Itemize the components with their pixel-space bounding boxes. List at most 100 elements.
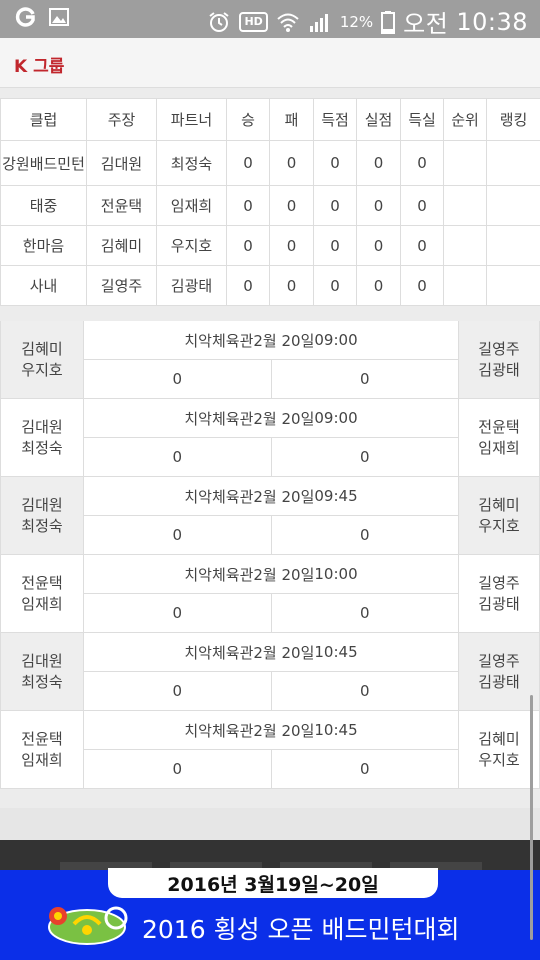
cell-club: 한마음: [0, 225, 87, 266]
left-player-2: 최정숙: [21, 516, 63, 535]
cell-captain: 김혜미: [86, 225, 157, 266]
col-header-points-against: 실점: [356, 98, 401, 141]
right-player-2: 김광태: [478, 360, 520, 379]
right-team: 길영주 김광태: [458, 321, 540, 398]
match-row[interactable]: 전윤택 임재희 치악체육관 2월 20일 10:45 0 0 김혜미 우지호: [0, 711, 540, 789]
match-date: 2월 20일: [253, 643, 315, 662]
scrollbar[interactable]: [530, 695, 533, 940]
cell-loss: 0: [269, 265, 314, 306]
score-right: 0: [270, 438, 458, 476]
cell-loss: 0: [269, 140, 314, 186]
match-info: 치악체육관 2월 20일 09:45: [84, 477, 458, 516]
match-center: 치악체육관 2월 20일 09:00 0 0: [84, 321, 458, 398]
match-info: 치악체육관 2월 20일 10:00: [84, 555, 458, 594]
left-player-1: 김대원: [21, 417, 63, 436]
cell-rank: [443, 265, 487, 306]
right-player-2: 임재희: [478, 438, 520, 457]
cell-rank: [443, 140, 487, 186]
status-time: 10:38: [456, 7, 528, 36]
col-header-ranking: 랭킹: [486, 98, 540, 141]
banner-title: 2016 횡성 오픈 배드민턴대회: [142, 915, 460, 944]
right-player-1: 김혜미: [478, 729, 520, 748]
match-center: 치악체육관 2월 20일 10:45 0 0: [84, 711, 458, 788]
score-left: 0: [84, 750, 271, 788]
cell-points-against: 0: [356, 265, 401, 306]
cell-point-diff: 0: [400, 185, 444, 226]
cell-captain: 길영주: [86, 265, 157, 306]
status-ampm: 오전: [403, 10, 449, 38]
left-team: 전윤택 임재희: [0, 555, 84, 632]
match-scores: 0 0: [84, 438, 458, 476]
right-player-1: 길영주: [478, 339, 520, 358]
col-header-points-for: 득점: [313, 98, 357, 141]
gallery-icon: [49, 8, 69, 26]
match-row[interactable]: 전윤택 임재희 치악체육관 2월 20일 10:00 0 0 길영주 김광태: [0, 555, 540, 633]
cell-partner: 최정숙: [156, 140, 227, 186]
match-scores: 0 0: [84, 516, 458, 554]
left-team: 전윤택 임재희: [0, 711, 84, 788]
cell-win: 0: [226, 225, 270, 266]
match-time: 09:45: [314, 487, 358, 505]
col-header-point-diff: 득실: [400, 98, 444, 141]
group-header: K 그룹: [0, 38, 540, 88]
col-header-captain: 주장: [86, 98, 157, 141]
app-g-icon: [15, 7, 35, 27]
match-time: 09:00: [314, 409, 358, 427]
score-right: 0: [270, 360, 458, 398]
battery-icon: [381, 10, 396, 34]
cell-ranking: [486, 140, 540, 186]
right-player-1: 길영주: [478, 651, 520, 670]
match-row[interactable]: 김혜미 우지호 치악체육관 2월 20일 09:00 0 0 길영주 김광태: [0, 321, 540, 399]
tournament-logo-icon: [48, 906, 128, 945]
left-player-1: 김대원: [21, 651, 63, 670]
left-player-2: 최정숙: [21, 672, 63, 691]
cell-point-diff: 0: [400, 225, 444, 266]
cell-loss: 0: [269, 185, 314, 226]
col-header-loss: 패: [269, 98, 314, 141]
right-team: 김혜미 우지호: [458, 477, 540, 554]
left-player-2: 우지호: [21, 360, 63, 379]
right-player-1: 길영주: [478, 573, 520, 592]
cell-partner: 김광태: [156, 265, 227, 306]
match-center: 치악체육관 2월 20일 10:45 0 0: [84, 633, 458, 710]
table-row: 강원배드민턴 김대원 최정숙 0 0 0 0 0: [0, 140, 540, 186]
right-player-2: 김광태: [478, 672, 520, 691]
match-venue: 치악체육관: [184, 643, 254, 662]
left-team: 김대원 최정숙: [0, 399, 84, 476]
match-row[interactable]: 김대원 최정숙 치악체육관 2월 20일 09:00 0 0 전윤택 임재희: [0, 399, 540, 477]
cell-points-against: 0: [356, 185, 401, 226]
cell-ranking: [486, 265, 540, 306]
match-scores: 0 0: [84, 750, 458, 788]
left-player-2: 임재희: [21, 750, 63, 769]
match-venue: 치악체육관: [184, 409, 254, 428]
score-right: 0: [270, 672, 458, 710]
match-venue: 치악체육관: [184, 331, 254, 350]
match-row[interactable]: 김대원 최정숙 치악체육관 2월 20일 09:45 0 0 김혜미 우지호: [0, 477, 540, 555]
col-header-club: 클럽: [0, 98, 87, 141]
score-left: 0: [84, 672, 271, 710]
standings-table-container: 클럽 주장 파트너 승 패 득점 실점 득실 순위 랭킹 강원배드민턴 김대원 …: [0, 98, 540, 306]
cell-point-diff: 0: [400, 265, 444, 306]
col-header-win: 승: [226, 98, 270, 141]
cell-ranking: [486, 185, 540, 226]
cell-points-for: 0: [313, 140, 357, 186]
score-right: 0: [270, 750, 458, 788]
match-info: 치악체육관 2월 20일 10:45: [84, 711, 458, 750]
left-player-1: 김혜미: [21, 339, 63, 358]
match-row[interactable]: 김대원 최정숙 치악체육관 2월 20일 10:45 0 0 길영주 김광태: [0, 633, 540, 711]
cell-win: 0: [226, 265, 270, 306]
hd-voice-icon: HD: [239, 11, 268, 32]
table-row: 사내 길영주 김광태 0 0 0 0 0: [0, 265, 540, 306]
match-date: 2월 20일: [253, 409, 315, 428]
standings-header-row: 클럽 주장 파트너 승 패 득점 실점 득실 순위 랭킹: [0, 98, 540, 141]
score-left: 0: [84, 594, 271, 632]
cell-club: 강원배드민턴: [0, 140, 87, 186]
cell-win: 0: [226, 140, 270, 186]
cell-points-against: 0: [356, 140, 401, 186]
score-right: 0: [270, 516, 458, 554]
match-venue: 치악체육관: [184, 721, 254, 740]
match-time: 10:45: [314, 721, 358, 739]
right-player-1: 김혜미: [478, 495, 520, 514]
left-player-1: 전윤택: [21, 573, 63, 592]
score-right: 0: [270, 594, 458, 632]
